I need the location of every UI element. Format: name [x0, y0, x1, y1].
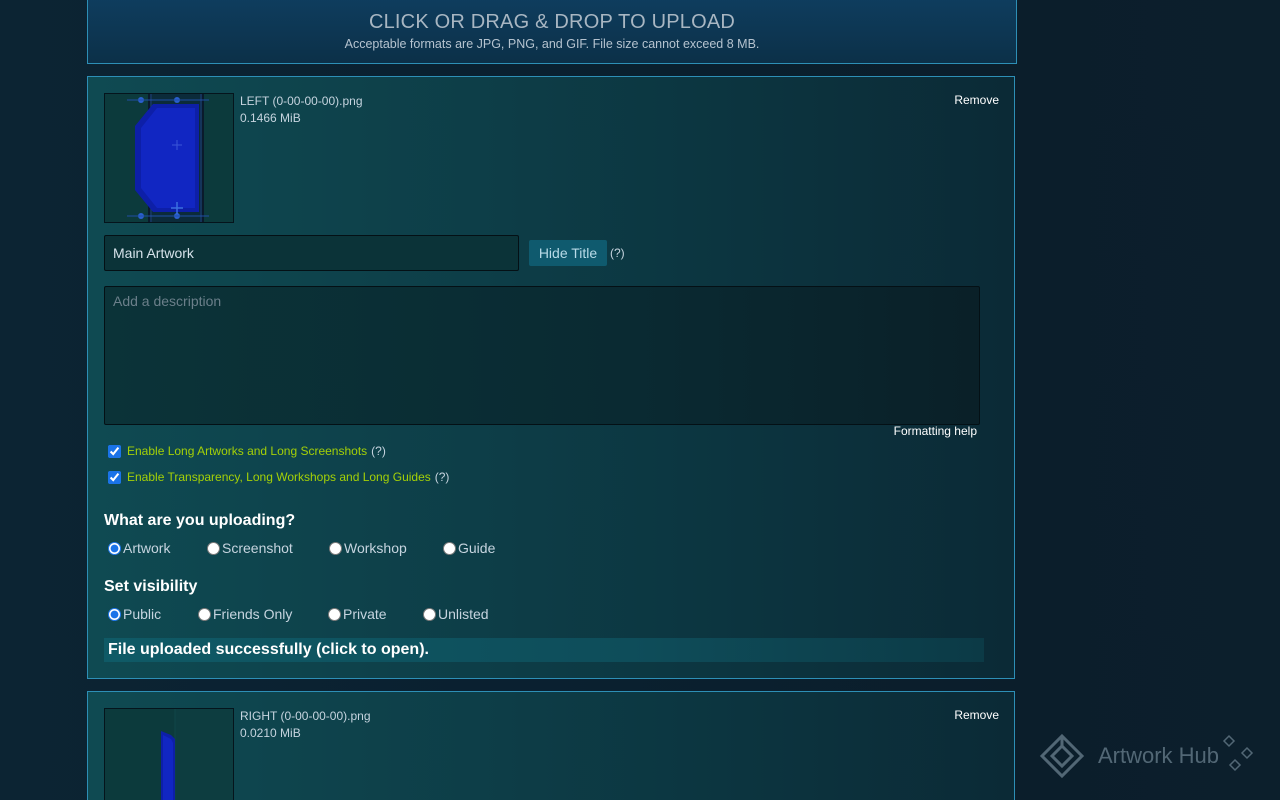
- long-artworks-label: Enable Long Artworks and Long Screenshot…: [127, 444, 368, 458]
- radio-artwork[interactable]: Artwork: [108, 540, 170, 556]
- radio-screenshot-input[interactable]: [207, 541, 220, 555]
- watermark-text: Artwork Hub: [1098, 743, 1220, 768]
- upload-subtitle: Acceptable formats are JPG, PNG, and GIF…: [344, 37, 760, 51]
- radio-workshop-input[interactable]: [329, 541, 342, 555]
- radio-private[interactable]: Private: [328, 606, 387, 622]
- radio-private-label: Private: [343, 606, 387, 622]
- transparency-option[interactable]: Enable Transparency, Long Workshops and …: [108, 470, 449, 484]
- remove-button[interactable]: Remove: [954, 708, 999, 722]
- radio-friends-only-input[interactable]: [198, 607, 211, 621]
- remove-button[interactable]: Remove: [954, 93, 999, 107]
- transparency-checkbox[interactable]: [108, 470, 121, 484]
- radio-artwork-input[interactable]: [108, 541, 121, 555]
- watermark-logo: Artwork Hub: [1038, 732, 1257, 780]
- title-help-link[interactable]: (?): [610, 246, 625, 260]
- long-artworks-help[interactable]: (?): [371, 444, 386, 458]
- title-input[interactable]: [104, 235, 519, 271]
- radio-workshop[interactable]: Workshop: [329, 540, 407, 556]
- transparency-label: Enable Transparency, Long Workshops and …: [127, 470, 431, 484]
- radio-public-input[interactable]: [108, 607, 121, 621]
- long-artworks-checkbox[interactable]: [108, 444, 121, 458]
- artwork-hub-logo-icon: [1039, 733, 1085, 779]
- upload-item-card: RIGHT (0-00-00-00).png 0.0210 MiB Remove: [87, 691, 1015, 800]
- visibility-heading: Set visibility: [104, 578, 198, 595]
- radio-guide-input[interactable]: [443, 541, 456, 555]
- file-name: RIGHT (0-00-00-00).png: [240, 709, 371, 723]
- radio-friends-only-label: Friends Only: [213, 606, 293, 622]
- radio-screenshot-label: Screenshot: [222, 540, 293, 556]
- radio-public-label: Public: [123, 606, 162, 622]
- image-thumbnail[interactable]: [104, 93, 234, 223]
- file-size: 0.0210 MiB: [240, 726, 301, 740]
- upload-status-link[interactable]: File uploaded successfully (click to ope…: [104, 638, 984, 662]
- radio-guide[interactable]: Guide: [443, 540, 495, 556]
- hide-title-button[interactable]: Hide Title: [529, 240, 607, 266]
- upload-dropzone[interactable]: CLICK OR DRAG & DROP TO UPLOAD Acceptabl…: [87, 0, 1017, 64]
- thumbnail-artwork-image: [105, 709, 233, 800]
- radio-unlisted[interactable]: Unlisted: [423, 606, 489, 622]
- radio-private-input[interactable]: [328, 607, 341, 621]
- formatting-help-link[interactable]: Formatting help: [894, 424, 977, 438]
- sparkle-decoration-icon: [1222, 734, 1254, 772]
- file-size: 0.1466 MiB: [240, 111, 301, 125]
- image-thumbnail[interactable]: [104, 708, 234, 800]
- radio-unlisted-label: Unlisted: [438, 606, 489, 622]
- file-name: LEFT (0-00-00-00).png: [240, 94, 363, 108]
- radio-friends-only[interactable]: Friends Only: [198, 606, 292, 622]
- long-artworks-option[interactable]: Enable Long Artworks and Long Screenshot…: [108, 444, 386, 458]
- radio-screenshot[interactable]: Screenshot: [207, 540, 293, 556]
- radio-guide-label: Guide: [458, 540, 496, 556]
- upload-type-heading: What are you uploading?: [104, 512, 296, 529]
- upload-item-card: LEFT (0-00-00-00).png 0.1466 MiB Remove …: [87, 76, 1015, 679]
- upload-title: CLICK OR DRAG & DROP TO UPLOAD: [368, 11, 736, 33]
- radio-unlisted-input[interactable]: [423, 607, 436, 621]
- radio-artwork-label: Artwork: [123, 540, 171, 556]
- description-textarea[interactable]: [104, 286, 980, 425]
- radio-public[interactable]: Public: [108, 606, 161, 622]
- transparency-help[interactable]: (?): [435, 470, 450, 484]
- radio-workshop-label: Workshop: [344, 540, 407, 556]
- thumbnail-artwork-image: [105, 94, 233, 222]
